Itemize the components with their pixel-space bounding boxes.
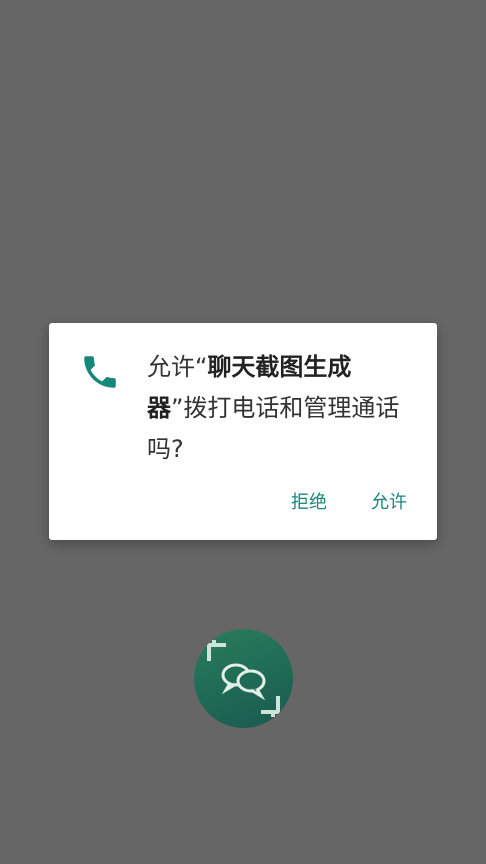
- permission-message: 允许“聊天截图生成器”拨打电话和管理通话吗?: [147, 347, 409, 470]
- dialog-buttons: 拒绝 允许: [283, 489, 415, 517]
- message-prefix: 允许“: [147, 353, 208, 381]
- phone-icon: [84, 356, 116, 388]
- allow-button[interactable]: 允许: [363, 489, 415, 517]
- permission-dialog: 允许“聊天截图生成器”拨打电话和管理通话吗? 拒绝 允许: [49, 323, 437, 540]
- deny-button[interactable]: 拒绝: [283, 489, 335, 517]
- app-logo-graphic: [207, 640, 280, 717]
- chat-screenshot-app-icon: [194, 629, 293, 728]
- message-suffix: ”拨打电话和管理通话吗?: [147, 394, 400, 463]
